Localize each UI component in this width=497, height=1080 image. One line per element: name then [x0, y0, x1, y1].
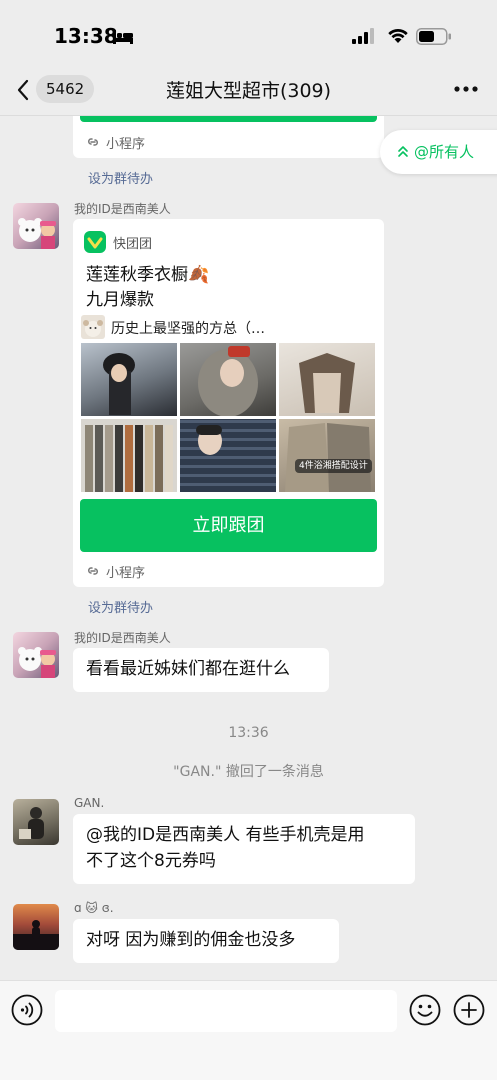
product-photo[interactable]	[180, 343, 276, 416]
chat-header: 5462 莲姐大型超市(309)	[0, 72, 497, 116]
card-title-line-1: 莲莲秋季衣橱🍂	[86, 265, 210, 285]
sunset-silhouette-icon	[13, 920, 59, 950]
mini-program-icon	[88, 138, 98, 146]
set-group-todo-link[interactable]: 设为群待办	[88, 597, 153, 616]
message-bubble[interactable]: 看看最近姊妹们都在逛什么	[73, 648, 329, 692]
more-functions-plus-icon[interactable]	[453, 994, 485, 1026]
status-time: 13:38	[54, 24, 118, 48]
message-line-1: @我的ID是西南美人 有些手机壳是用	[86, 825, 365, 845]
store-avatar	[81, 315, 105, 339]
mini-program-label: 小程序	[106, 566, 146, 581]
avatar[interactable]	[13, 632, 59, 678]
avatar[interactable]	[13, 799, 59, 845]
input-bar	[0, 980, 497, 1080]
message-list[interactable]: 小程序 设为群待办 @所有人 我的ID是西南美人 快团团 莲莲秋季衣橱🍂 九月爆…	[0, 116, 497, 980]
group-buy-card[interactable]: 快团团 莲莲秋季衣橱🍂 九月爆款 历史上最坚强的方总（… 4件浴湘搭配设计 立即…	[73, 219, 384, 587]
sender-name: ɑ 🐱 ɞ.	[74, 901, 114, 915]
mini-program-icon	[88, 567, 98, 575]
teddy-bear-icon	[18, 218, 56, 249]
app-name: 快团团	[113, 237, 153, 252]
voice-input-icon[interactable]	[11, 994, 43, 1026]
mini-program-card[interactable]: 小程序	[73, 116, 384, 158]
cellular-signal-icon	[352, 28, 374, 44]
mention-all-label: @所有人	[414, 143, 475, 161]
message-bubble[interactable]: @我的ID是西南美人 有些手机壳是用 不了这个8元券吗	[73, 814, 415, 884]
mention-all-jump-button[interactable]: @所有人	[380, 130, 497, 174]
sender-name: 我的ID是西南美人	[74, 631, 171, 645]
product-photo[interactable]	[180, 419, 276, 492]
sender-name: GAN.	[74, 796, 105, 810]
recall-notice: "GAN." 撤回了一条消息	[173, 764, 324, 780]
join-group-buy-button[interactable]: 立即跟团	[80, 499, 377, 552]
product-photo[interactable]	[279, 343, 375, 416]
photo-overlay-tag: 4件浴湘搭配设计	[295, 459, 372, 473]
emoji-icon[interactable]	[409, 994, 441, 1026]
sleep-mode-icon	[113, 30, 133, 44]
mini-program-label: 小程序	[106, 137, 146, 152]
card-action-button[interactable]	[80, 116, 377, 122]
sender-name: 我的ID是西南美人	[74, 202, 171, 216]
message-input[interactable]	[55, 990, 397, 1032]
wifi-icon	[388, 28, 408, 43]
avatar[interactable]	[13, 203, 59, 249]
more-options-icon[interactable]	[454, 85, 478, 93]
dog-icon	[83, 320, 103, 337]
double-chevron-up-icon	[398, 146, 408, 157]
person-photo-icon	[19, 807, 44, 839]
product-photo[interactable]: 4件浴湘搭配设计	[279, 419, 375, 492]
status-bar: 13:38	[0, 0, 497, 72]
message-line-2: 不了这个8元券吗	[86, 851, 216, 871]
time-divider: 13:36	[228, 725, 269, 741]
battery-icon	[416, 28, 451, 45]
teddy-bear-icon	[18, 647, 56, 678]
group-chat-title: 莲姐大型超市(309)	[165, 80, 332, 102]
product-photo[interactable]	[81, 419, 177, 492]
kuaituantuan-logo-icon	[84, 231, 106, 253]
product-photo[interactable]	[81, 343, 177, 416]
store-name: 历史上最坚强的方总（…	[111, 321, 265, 337]
avatar[interactable]	[13, 904, 59, 950]
set-group-todo-link[interactable]: 设为群待办	[88, 168, 153, 187]
message-bubble[interactable]: 对呀 因为赚到的佣金也没多	[73, 919, 339, 963]
card-title-line-2: 九月爆款	[86, 290, 154, 310]
